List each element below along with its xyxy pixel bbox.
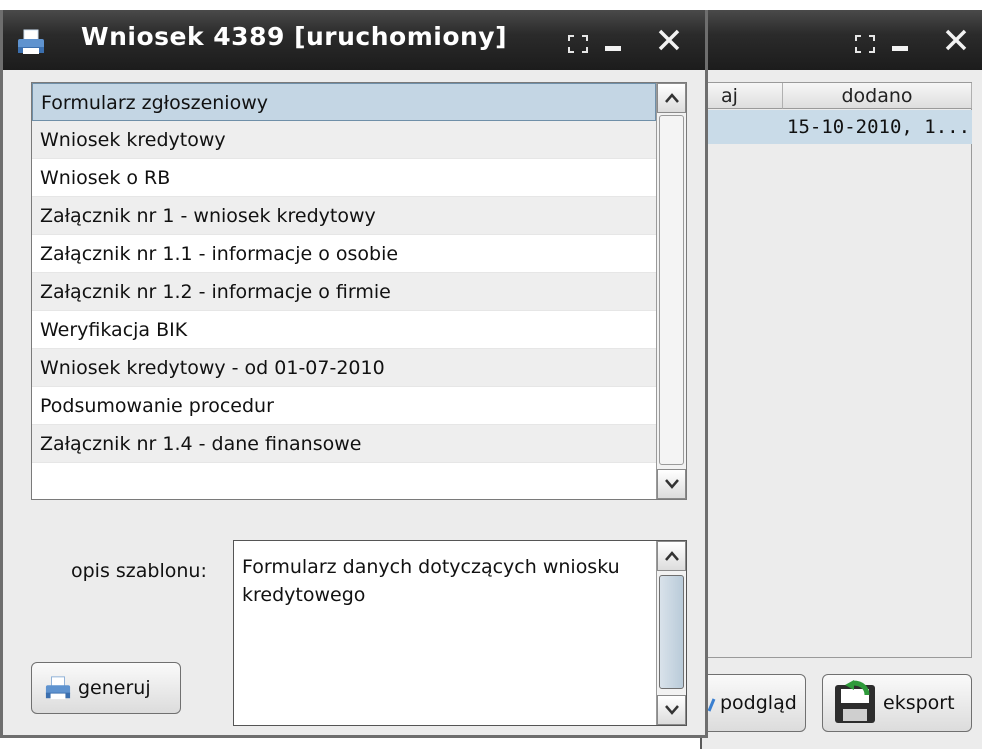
- generuj-label: generuj: [78, 677, 151, 699]
- maximize-icon[interactable]: [567, 34, 589, 58]
- opis-text: Formularz danych dotyczących wniosku kre…: [242, 556, 620, 606]
- background-window: aj dodano 15-10-2010, 1... podgląd ekspo…: [700, 10, 982, 749]
- wniosek-dialog: Wniosek 4389 [uruchomiony] Formularz zgł…: [0, 10, 708, 738]
- printer-icon: [16, 28, 46, 60]
- podglad-button[interactable]: podgląd: [702, 674, 806, 732]
- dialog-titlebar[interactable]: Wniosek 4389 [uruchomiony]: [3, 10, 705, 70]
- background-titlebar: [702, 10, 982, 70]
- list-item[interactable]: Wniosek kredytowy - od 01-07-2010: [32, 349, 656, 387]
- opis-scrollbar-thumb[interactable]: [659, 575, 684, 689]
- scroll-up-icon[interactable]: [657, 541, 686, 571]
- printer-icon: [44, 675, 72, 701]
- list-scrollbar-thumb[interactable]: [659, 115, 684, 465]
- podglad-label: podgląd: [720, 692, 797, 714]
- save-arrow-icon: [831, 679, 879, 727]
- list-item[interactable]: Weryfikacja BIK: [32, 311, 656, 349]
- column-header-dodano[interactable]: dodano: [783, 83, 972, 109]
- list-item[interactable]: Formularz zgłoszeniowy: [32, 83, 656, 121]
- eksport-button[interactable]: eksport: [822, 674, 972, 732]
- list-item[interactable]: Załącznik nr 1.1 - informacje o osobie: [32, 235, 656, 273]
- list-item[interactable]: Załącznik nr 1.4 - dane finansowe: [32, 425, 656, 463]
- list-item[interactable]: Załącznik nr 1 - wniosek kredytowy: [32, 197, 656, 235]
- opis-textarea[interactable]: Formularz danych dotyczących wniosku kre…: [233, 540, 687, 726]
- opis-label: opis szablonu:: [71, 560, 207, 582]
- close-icon[interactable]: [942, 26, 970, 58]
- list-item[interactable]: Podsumowanie procedur: [32, 387, 656, 425]
- list-item[interactable]: Wniosek o RB: [32, 159, 656, 197]
- template-list-rows: Formularz zgłoszeniowy Wniosek kredytowy…: [32, 83, 656, 499]
- list-scrollbar[interactable]: [656, 83, 686, 499]
- table-row[interactable]: [703, 110, 783, 144]
- eksport-label: eksport: [883, 692, 955, 714]
- scroll-down-icon[interactable]: [657, 469, 686, 499]
- dialog-title: Wniosek 4389 [uruchomiony]: [81, 22, 508, 51]
- generuj-button[interactable]: generuj: [31, 662, 181, 714]
- minimize-icon[interactable]: [603, 34, 623, 58]
- list-item[interactable]: Załącznik nr 1.2 - informacje o firmie: [32, 273, 656, 311]
- close-icon[interactable]: [655, 26, 683, 58]
- opis-scrollbar[interactable]: [656, 541, 686, 725]
- column-header-partial[interactable]: aj: [703, 83, 783, 109]
- preview-icon: [707, 693, 717, 713]
- cell-dodano[interactable]: 15-10-2010, 1...: [783, 110, 972, 144]
- template-list[interactable]: Formularz zgłoszeniowy Wniosek kredytowy…: [31, 82, 687, 500]
- scroll-down-icon[interactable]: [657, 695, 686, 725]
- list-item[interactable]: Wniosek kredytowy: [32, 121, 656, 159]
- documents-table: aj dodano 15-10-2010, 1...: [702, 82, 972, 658]
- maximize-icon[interactable]: [854, 34, 876, 58]
- minimize-icon[interactable]: [890, 34, 910, 58]
- scroll-up-icon[interactable]: [657, 83, 686, 113]
